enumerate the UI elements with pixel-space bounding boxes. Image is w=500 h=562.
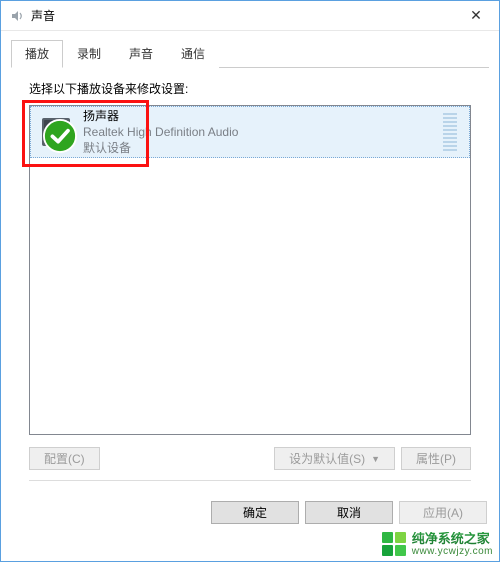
apply-button: 应用(A) [399, 501, 487, 524]
sound-dialog: 声音 ✕ 播放 录制 声音 通信 选择以下播放设备来修改设置: [0, 0, 500, 562]
device-list[interactable]: 扬声器 Realtek High Definition Audio 默认设备 [29, 105, 471, 435]
properties-button: 属性(P) [401, 447, 471, 470]
window-title: 声音 [31, 7, 453, 24]
device-name: 扬声器 [83, 108, 433, 124]
sound-app-icon [9, 8, 25, 24]
tab-playback[interactable]: 播放 [11, 40, 63, 68]
chevron-down-icon: ▼ [371, 454, 380, 464]
tab-recording[interactable]: 录制 [63, 40, 115, 68]
default-device-check-icon [43, 119, 77, 153]
cancel-button[interactable]: 取消 [305, 501, 393, 524]
dialog-footer: 确定 取消 应用(A) [1, 501, 499, 536]
device-row-speakers[interactable]: 扬声器 Realtek High Definition Audio 默认设备 [30, 106, 470, 158]
tab-strip: 播放 录制 声音 通信 [11, 39, 489, 68]
device-text: 扬声器 Realtek High Definition Audio 默认设备 [83, 108, 433, 157]
instruction-text: 选择以下播放设备来修改设置: [29, 80, 471, 97]
set-default-button: 设为默认值(S) ▼ [274, 447, 395, 470]
titlebar: 声音 ✕ [1, 1, 499, 31]
configure-button: 配置(C) [29, 447, 100, 470]
device-buttons-row: 配置(C) 设为默认值(S) ▼ 属性(P) [29, 447, 471, 470]
tab-sounds[interactable]: 声音 [115, 40, 167, 68]
ok-button[interactable]: 确定 [211, 501, 299, 524]
watermark-url: www.ycwjzy.com [412, 546, 493, 557]
tab-content-playback: 选择以下播放设备来修改设置: [11, 68, 489, 501]
close-button[interactable]: ✕ [453, 1, 499, 30]
tab-communications[interactable]: 通信 [167, 40, 219, 68]
tab-area: 播放 录制 声音 通信 选择以下播放设备来修改设置: [1, 31, 499, 501]
level-meter [443, 113, 457, 151]
device-status: 默认设备 [83, 140, 433, 156]
speaker-icon [39, 115, 73, 149]
footer-divider [29, 480, 471, 481]
device-subtitle: Realtek High Definition Audio [83, 124, 433, 140]
close-icon: ✕ [470, 7, 482, 24]
